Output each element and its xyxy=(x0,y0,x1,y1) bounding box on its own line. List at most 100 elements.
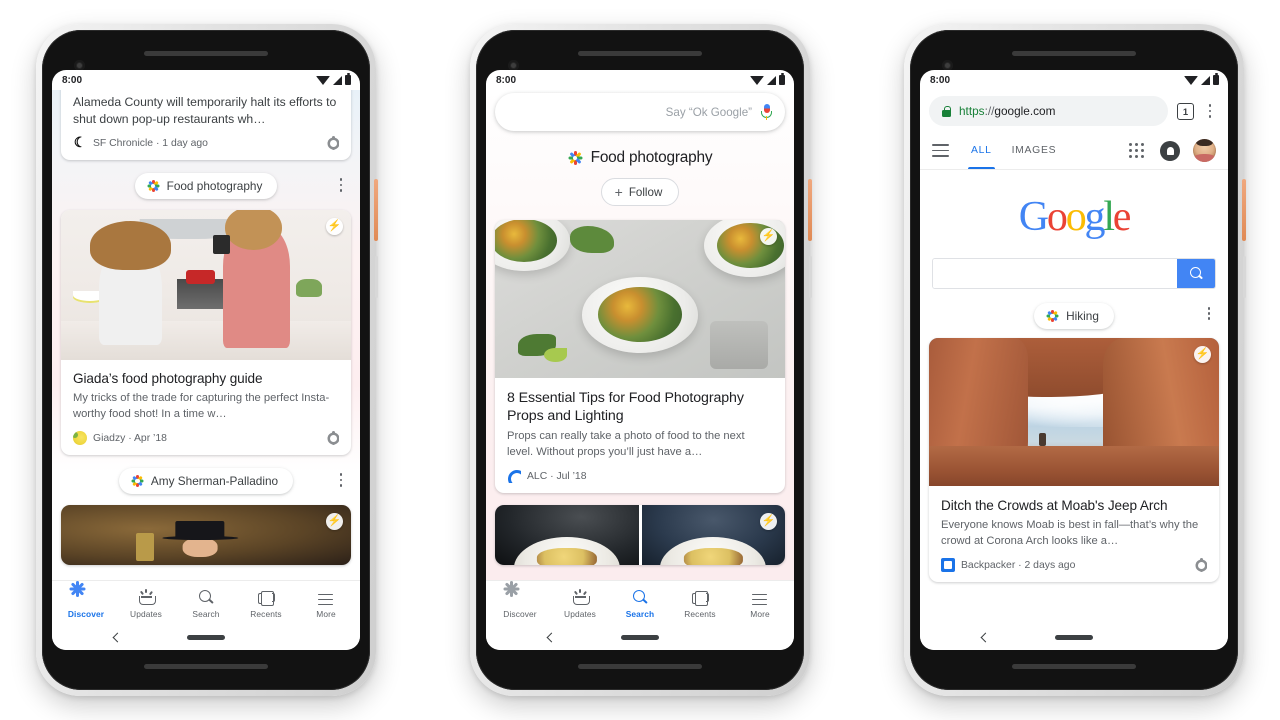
avatar[interactable] xyxy=(1193,139,1216,162)
partial-card-headline: Alameda County will temporarily halt its… xyxy=(73,95,337,126)
volume-button[interactable] xyxy=(1243,256,1246,298)
logo-letter: o xyxy=(1065,194,1087,240)
search-input[interactable] xyxy=(933,259,1177,288)
backpacker-favicon xyxy=(941,558,955,572)
volume-button[interactable] xyxy=(375,256,378,298)
follow-label: Follow xyxy=(628,185,663,199)
url-scheme: https xyxy=(959,104,985,118)
feed-card-next[interactable]: ⚡ xyxy=(495,505,785,565)
nav-item-discover[interactable]: Discover xyxy=(58,581,114,619)
article-footer: Giadzy · Apr ’18 xyxy=(61,422,351,455)
status-clock: 8:00 xyxy=(930,74,951,86)
phone-screen: 8:00 Alameda County will temporarily hal… xyxy=(52,70,360,650)
apps-grid-icon[interactable] xyxy=(1129,142,1145,159)
article-thumbnail-pair: ⚡ xyxy=(495,505,785,565)
browser-toolbar: https://google.com 1 xyxy=(920,90,1228,132)
topic-chip-amy-sherman-palladino[interactable]: Amy Sherman-Palladino xyxy=(118,468,294,494)
nav-item-more[interactable]: More xyxy=(298,589,354,619)
more-icon xyxy=(751,589,769,606)
article-thumbnail-kitchen: ⚡ xyxy=(61,210,351,360)
topic-chip-row: Food photography xyxy=(52,160,360,210)
home-pill[interactable] xyxy=(621,634,659,640)
topic-chip-hiking[interactable]: Hiking xyxy=(1034,303,1114,329)
status-clock: 8:00 xyxy=(496,74,517,86)
nav-label: More xyxy=(316,609,336,619)
nav-item-updates[interactable]: Updates xyxy=(118,589,174,619)
follow-button[interactable]: + Follow xyxy=(600,178,680,206)
nav-label: Search xyxy=(192,609,220,619)
feed-card-partial[interactable]: Alameda County will temporarily halt its… xyxy=(61,90,351,160)
nav-item-updates[interactable]: Updates xyxy=(552,589,608,619)
google-header: ALL IMAGES xyxy=(920,132,1228,170)
updates-icon xyxy=(138,589,156,606)
google-tabs: ALL IMAGES xyxy=(968,132,1129,170)
system-gesture-bar xyxy=(52,624,360,650)
volume-button[interactable] xyxy=(809,256,812,298)
topic-chip-row: Hiking xyxy=(920,289,1228,338)
signal-icon xyxy=(1201,75,1210,85)
power-button[interactable] xyxy=(1242,179,1246,241)
search-icon xyxy=(1189,267,1203,280)
overflow-menu-icon[interactable] xyxy=(334,472,348,488)
starburst-icon xyxy=(69,581,95,606)
nav-label: Discover xyxy=(503,609,537,619)
thumbnail-right: ⚡ xyxy=(641,505,785,565)
battery-icon xyxy=(1213,73,1219,85)
phones-showcase: 8:00 Alameda County will temporarily hal… xyxy=(0,0,1280,720)
back-button[interactable] xyxy=(546,632,557,642)
plus-icon: + xyxy=(614,184,623,200)
topic-chip-food-photography[interactable]: Food photography xyxy=(134,173,278,199)
back-button[interactable] xyxy=(112,632,123,642)
back-button[interactable] xyxy=(980,632,991,642)
topic-chip-row-2: Amy Sherman-Palladino xyxy=(52,455,360,505)
logo-letter: l xyxy=(1103,194,1115,240)
nav-item-more[interactable]: More xyxy=(732,589,788,619)
feed-card-article[interactable]: ⚡ 8 Essential Tips for Food Photography … xyxy=(495,220,785,493)
home-pill[interactable] xyxy=(1055,634,1093,640)
nav-item-discover[interactable]: Discover xyxy=(492,581,548,619)
discover-feed[interactable]: Alameda County will temporarily halt its… xyxy=(52,90,360,580)
nav-item-recents[interactable]: Recents xyxy=(672,589,728,619)
status-icons xyxy=(1184,73,1219,85)
hamburger-icon[interactable] xyxy=(932,144,949,157)
share-icon[interactable] xyxy=(1195,558,1207,572)
power-button[interactable] xyxy=(374,179,378,241)
partial-card-footer: ☾ SF Chronicle · 1 day ago xyxy=(61,127,351,160)
tab-all[interactable]: ALL xyxy=(968,132,995,170)
overflow-menu-icon[interactable] xyxy=(1202,306,1216,322)
article-source: Backpacker · 2 days ago xyxy=(961,559,1076,571)
feed-card-article[interactable]: ⚡ Giada’s food photography guide My tric… xyxy=(61,210,351,455)
article-title: Giada’s food photography guide xyxy=(73,371,263,386)
feed-card-article[interactable]: ⚡ Ditch the Crowds at Moab's Jeep Arch E… xyxy=(929,338,1219,582)
share-icon[interactable] xyxy=(327,431,339,445)
address-bar-url: https://google.com xyxy=(959,104,1055,118)
signal-icon xyxy=(333,75,342,85)
overflow-menu-icon[interactable] xyxy=(1203,103,1217,119)
system-gesture-bar xyxy=(920,624,1228,650)
nav-item-recents[interactable]: Recents xyxy=(238,589,294,619)
starburst-icon xyxy=(568,151,583,166)
search-icon xyxy=(632,589,649,606)
microphone-icon[interactable] xyxy=(761,103,772,121)
phone-screen: 8:00 Say “Ok Google” Food photography + … xyxy=(486,70,794,650)
tab-images[interactable]: IMAGES xyxy=(1012,132,1057,169)
nav-item-search[interactable]: Search xyxy=(612,589,668,619)
topic-page[interactable]: Say “Ok Google” Food photography + Follo… xyxy=(486,90,794,580)
search-button[interactable] xyxy=(1177,259,1215,288)
status-bar: 8:00 xyxy=(52,70,360,90)
speaker-grille xyxy=(144,664,268,669)
home-pill[interactable] xyxy=(187,634,225,640)
share-icon[interactable] xyxy=(327,136,339,150)
article-footer: Backpacker · 2 days ago xyxy=(929,549,1219,582)
power-button[interactable] xyxy=(808,179,812,241)
feed-card-next[interactable]: ⚡ xyxy=(61,505,351,565)
bell-icon[interactable] xyxy=(1160,140,1180,161)
status-clock: 8:00 xyxy=(62,74,83,86)
search-bar[interactable]: Say “Ok Google” xyxy=(495,93,785,131)
address-bar[interactable]: https://google.com xyxy=(929,96,1168,126)
status-bar: 8:00 xyxy=(920,70,1228,90)
overflow-menu-icon[interactable] xyxy=(334,177,348,193)
article-source: ALC · Jul ’18 xyxy=(527,470,587,482)
nav-item-search[interactable]: Search xyxy=(178,589,234,619)
tab-switcher-button[interactable]: 1 xyxy=(1177,102,1194,120)
